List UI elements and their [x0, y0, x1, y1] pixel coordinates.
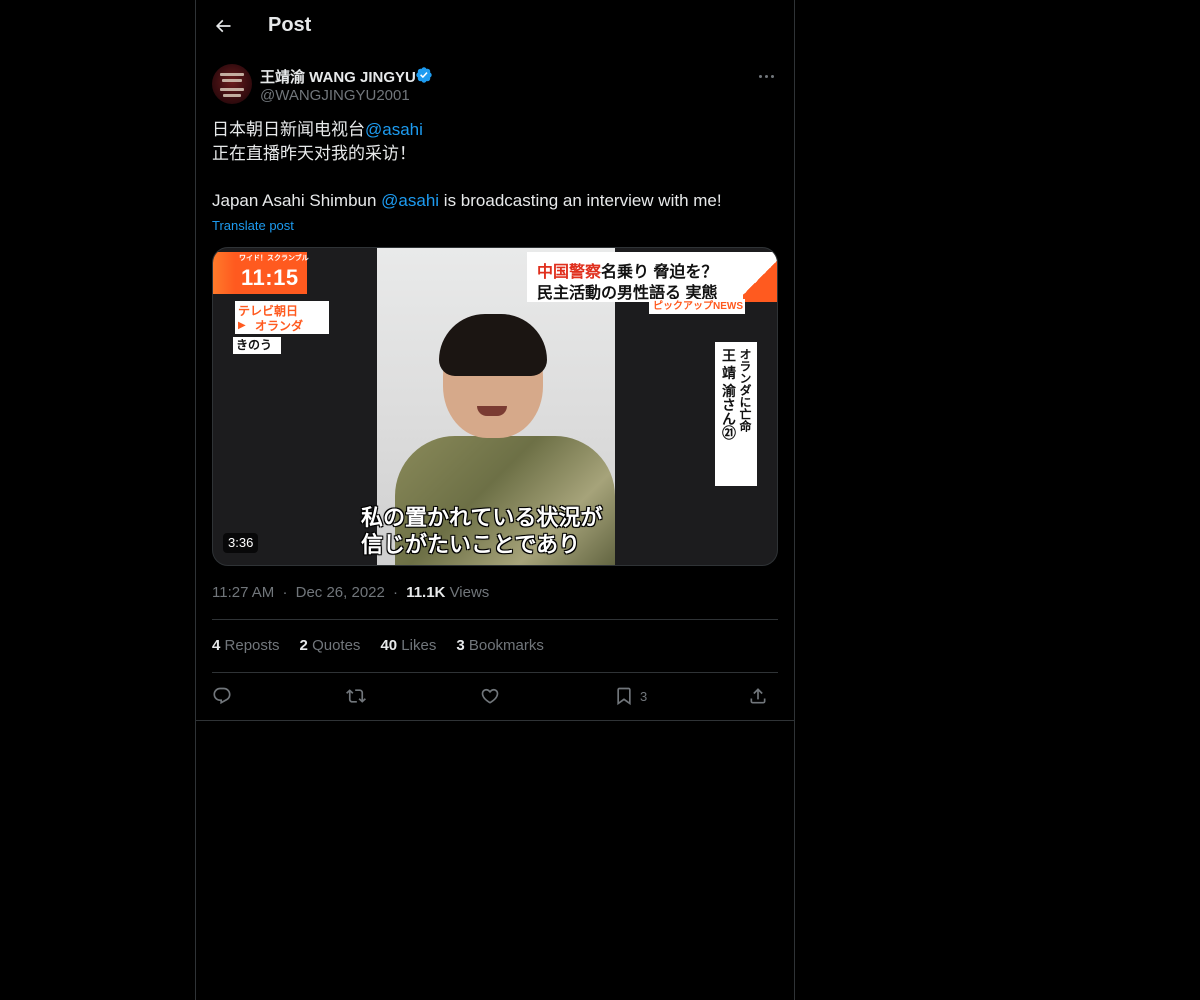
post-metadata: 11:27 AM · Dec 26, 2022 · 11.1K Views: [212, 584, 489, 601]
channel-location: オランダ: [255, 319, 304, 333]
pickup-news-label: ピックアップNEWS: [649, 299, 745, 314]
headline-accent: [743, 252, 777, 302]
views-count: 11.1K: [406, 584, 446, 601]
divider: [196, 720, 794, 721]
stat-likes[interactable]: 40 Likes: [380, 637, 436, 654]
post-text-line-1: 日本朝日新闻电视台@asahi: [212, 118, 778, 142]
post-text-segment: Japan Asahi Shimbun: [212, 191, 382, 210]
views-label: Views: [449, 584, 490, 601]
mention-link[interactable]: @asahi: [381, 191, 439, 210]
reply-icon: [213, 687, 231, 705]
stat-label: Bookmarks: [468, 637, 544, 654]
more-dot-icon: [764, 74, 768, 78]
avatar[interactable]: [212, 64, 252, 104]
post-text-line-3: Japan Asahi Shimbun @asahi is broadcasti…: [212, 189, 778, 213]
divider: [212, 672, 778, 673]
broadcast-time: 11:15: [241, 265, 299, 290]
post-time[interactable]: 11:27 AM: [212, 584, 274, 601]
more-dot-icon: [758, 74, 762, 78]
post-text-segment: is broadcasting an interview with me!: [439, 191, 722, 210]
post-column: Post 王靖渝 WANG JINGYU @WANGJINGYU2001 日本朝…: [195, 0, 795, 1000]
reply-button[interactable]: [212, 684, 232, 708]
post-date[interactable]: Dec 26, 2022: [296, 584, 385, 601]
repost-button[interactable]: [346, 684, 366, 708]
share-button[interactable]: [748, 684, 768, 708]
post-header: Post: [196, 0, 794, 53]
meta-separator: ·: [282, 584, 288, 601]
news-headline: 中国警察名乗り 脅迫を？ 民主活動の男性語る 実態: [527, 252, 757, 302]
verified-badge-icon: [416, 67, 432, 83]
like-button[interactable]: [480, 684, 500, 708]
stat-label: Quotes: [312, 637, 361, 654]
video-player[interactable]: ワイド！スクランブル 11:15 テレビ朝日 ▶ オランダ きのう 中国警察名乗…: [212, 247, 778, 566]
author-handle[interactable]: @WANGJINGYU2001: [260, 87, 410, 104]
post-text: 日本朝日新闻电视台@asahi 正在直播昨天对我的采访！ Japan Asahi…: [212, 118, 778, 213]
speaker-name-box: オランダに亡命 王 靖 渝さん㉑: [715, 342, 757, 486]
broadcast-clock: ワイド！スクランブル 11:15: [235, 252, 309, 294]
program-name: ワイド！スクランブル: [239, 255, 309, 262]
author-row: 王靖渝 WANG JINGYU @WANGJINGYU2001: [212, 64, 778, 108]
video-subtitle: 私の置かれている状況が 信じがたいことであり: [361, 504, 602, 558]
stat-quotes[interactable]: 2 Quotes: [300, 637, 361, 654]
stat-label: Reposts: [224, 637, 280, 654]
video-duration: 3:36: [223, 533, 259, 553]
channel-logo-icon: ▶: [238, 320, 246, 331]
stat-count: 3: [456, 637, 465, 654]
arrow-left-icon: [215, 19, 231, 33]
back-button[interactable]: [206, 9, 240, 43]
channel-badge: テレビ朝日 ▶ オランダ: [235, 301, 329, 334]
author-display-name[interactable]: 王靖渝 WANG JINGYU: [260, 66, 416, 87]
stat-bookmarks[interactable]: 3 Bookmarks: [456, 637, 544, 654]
translate-post-link[interactable]: Translate post: [212, 218, 294, 233]
speaker-name: 王 靖 渝さん㉑: [721, 348, 737, 440]
broadcast-stripe: [213, 252, 235, 294]
engagement-stats: 4 Reposts 2 Quotes 40 Likes 3 Bookmarks: [212, 637, 544, 654]
subtitle-line-2: 信じがたいことであり: [361, 532, 581, 557]
stat-count: 40: [380, 637, 398, 654]
bookmark-button[interactable]: 3: [614, 684, 647, 708]
repost-icon: [346, 689, 366, 703]
meta-separator: ·: [393, 584, 399, 601]
bookmark-count: 3: [640, 688, 648, 704]
share-icon: [750, 688, 766, 704]
stat-label: Likes: [401, 637, 437, 654]
person-hair: [439, 314, 547, 376]
more-options-button[interactable]: [754, 68, 778, 84]
bookmark-icon: [617, 687, 631, 706]
post-text-segment: 日本朝日新闻电视台: [212, 120, 365, 139]
stat-reposts[interactable]: 4 Reposts: [212, 637, 280, 654]
speaker-caption: オランダに亡命: [738, 348, 752, 432]
stat-count: 4: [212, 637, 221, 654]
divider: [212, 619, 778, 620]
subtitle-line-1: 私の置かれている状況が: [361, 505, 603, 530]
post-text-line-2: 正在直播昨天对我的采访！: [212, 144, 416, 163]
post-text-spacer: [212, 166, 778, 189]
yesterday-label: きのう: [233, 337, 281, 354]
more-dot-icon: [770, 74, 774, 78]
page-title: Post: [268, 14, 312, 36]
mention-link[interactable]: @asahi: [365, 120, 423, 139]
action-bar: 3: [212, 684, 778, 708]
heart-icon: [481, 688, 499, 704]
stat-count: 2: [299, 637, 308, 654]
